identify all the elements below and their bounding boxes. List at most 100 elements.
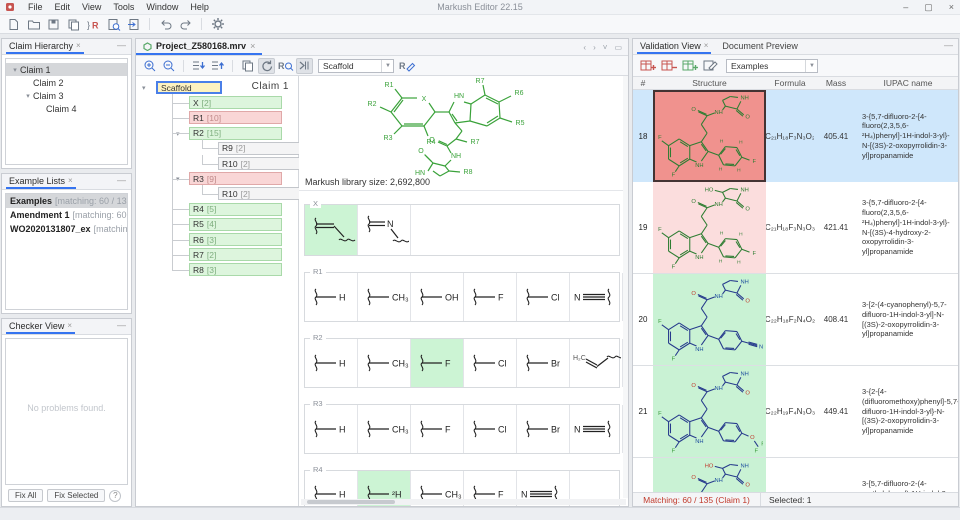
rgroup-node-r4[interactable]: R4[5] (189, 203, 282, 216)
fragment-br[interactable]: Br (517, 339, 570, 387)
close-icon[interactable]: × (704, 41, 709, 50)
copy-structure-icon[interactable] (239, 58, 256, 74)
chevron-down-icon[interactable]: ▾ (142, 84, 146, 92)
rgroup-node-x[interactable]: X[2] (189, 96, 282, 109)
menu-window[interactable]: Window (140, 2, 184, 12)
fragment-ch[interactable]: CH₃ (358, 339, 411, 387)
column-header-formula[interactable]: Formula (766, 78, 814, 88)
fragment-cl[interactable]: Cl (517, 273, 570, 321)
tab-validation-view[interactable]: Validation View × (637, 39, 711, 54)
zoom-out-icon[interactable] (160, 58, 177, 74)
menu-file[interactable]: File (22, 2, 49, 12)
fragment-h[interactable]: H (305, 273, 358, 321)
tab-nav-control[interactable]: › (593, 43, 596, 52)
rgroup-node-r10[interactable]: R10[2] (218, 157, 311, 170)
fragment-hc[interactable]: H₂C (570, 339, 623, 387)
import-document-icon[interactable] (125, 16, 142, 32)
example-list-select[interactable]: Examples▼ (726, 59, 818, 73)
fragment-cl[interactable]: Cl (464, 405, 517, 453)
rgroup-query-icon[interactable]: R (277, 58, 294, 74)
refresh-icon[interactable] (258, 58, 275, 74)
fragment-ch[interactable]: CH₃ (358, 273, 411, 321)
validation-row-21[interactable]: 21FFNHOFFONHONHC₂₂H₁₉F₄N₃O₃449.413-{2-[4… (633, 366, 958, 458)
copy-document-icon[interactable] (65, 16, 82, 32)
fragment-ch[interactable]: CH₃ (358, 405, 411, 453)
column-header-iupacname[interactable]: IUPAC name (858, 78, 958, 88)
rgroup-node-r7[interactable]: R7[2] (189, 248, 282, 261)
minimize-window-button[interactable]: – (903, 2, 908, 13)
claim-tree-item[interactable]: ▾Claim 1 (6, 63, 127, 76)
fragment-alkene[interactable] (305, 205, 358, 255)
rgroup-node-r1[interactable]: R1[10] (189, 111, 282, 124)
remove-example-table-icon[interactable] (660, 58, 677, 74)
new-document-icon[interactable] (5, 16, 22, 32)
collapse-all-icon[interactable] (209, 58, 226, 74)
fragment-n[interactable]: N (570, 405, 623, 453)
structure-thumbnail[interactable]: FFNHNONHONH (653, 274, 766, 365)
rgroup-node-r10[interactable]: R10[2] (218, 187, 311, 200)
validation-row-18[interactable]: 18FFNHFHHHHONHONHC₂₁H₁₈F₃N₃O₂405.413-{5,… (633, 90, 958, 182)
rgroup-document-icon[interactable]: }R (85, 16, 102, 32)
menu-help[interactable]: Help (184, 2, 215, 12)
scaffold-select[interactable]: Scaffold▼ (318, 59, 394, 73)
fix-all-button[interactable]: Fix All (8, 489, 43, 502)
tab-nav-control[interactable]: ˅ (603, 43, 608, 52)
claim-tree-item[interactable]: Claim 2 (6, 76, 127, 89)
tab-project-file[interactable]: Project_Z580168.mrv × (136, 39, 262, 55)
chevron-down-icon[interactable]: ▾ (23, 92, 33, 100)
fragment-n[interactable]: N (570, 273, 623, 321)
fragment-f[interactable]: F (464, 273, 517, 321)
add-example-table-icon[interactable] (639, 58, 656, 74)
matching-table-icon[interactable] (681, 58, 698, 74)
structure-thumbnail[interactable]: FFNHOFFONHONH (653, 366, 766, 457)
rgroup-edit-icon[interactable]: R (399, 58, 416, 74)
tab-document-preview[interactable]: Document Preview (719, 39, 801, 54)
rgroup-node-r8[interactable]: R8[3] (189, 263, 282, 276)
menu-tools[interactable]: Tools (107, 2, 140, 12)
scrollbar-thumb[interactable] (307, 500, 395, 504)
redo-icon[interactable] (177, 16, 194, 32)
close-window-button[interactable]: × (949, 2, 954, 13)
rgroup-node-scaffold[interactable]: Scaffold (156, 81, 222, 94)
example-list-item[interactable]: Examples[matching: 60 / 135] (6, 194, 127, 208)
fragment-cl[interactable]: Cl (464, 339, 517, 387)
rgroup-node-r6[interactable]: R6[3] (189, 233, 282, 246)
tab-checker-view[interactable]: Checker View × (6, 319, 75, 334)
vertical-scrollbar[interactable] (623, 76, 628, 498)
fragment-f[interactable]: F (411, 405, 464, 453)
horizontal-scrollbar[interactable] (301, 499, 626, 505)
close-icon[interactable]: × (68, 176, 73, 185)
column-header-[interactable]: # (633, 78, 653, 88)
fragment-h[interactable]: H (305, 339, 358, 387)
example-list-item[interactable]: WO2020131807_ex[matching: 60 / 135] (6, 222, 127, 236)
rgroup-node-r5[interactable]: R5[4] (189, 218, 282, 231)
minimize-panel-icon[interactable]: — (117, 40, 126, 50)
minimize-panel-icon[interactable]: — (117, 175, 126, 185)
close-icon[interactable]: × (250, 41, 255, 51)
tab-example-lists[interactable]: Example Lists × (6, 174, 76, 189)
validation-row-22[interactable]: 22FFNHCH₃ONHONHHOC₂₂H₂₁F₂N₃O₃413.433-[5,… (633, 458, 958, 492)
scaffold-structure[interactable]: XR1R2R3R4HNR7R6R5R7ONHHNOR8 (299, 76, 628, 182)
close-icon[interactable]: × (76, 41, 81, 50)
edit-list-icon[interactable] (702, 58, 719, 74)
claim-tree-item[interactable]: Claim 4 (6, 102, 127, 115)
settings-gear-icon[interactable] (209, 16, 226, 32)
column-header-mass[interactable]: Mass (814, 78, 858, 88)
validation-row-19[interactable]: 19FFNHFHHHHONHONHHOC₂₁H₁₈F₃N₃O₃421.413-{… (633, 182, 958, 274)
column-header-structure[interactable]: Structure (653, 78, 766, 88)
tab-nav-control[interactable]: ▭ (614, 43, 622, 52)
search-document-icon[interactable] (105, 16, 122, 32)
tab-nav-control[interactable]: ‹ (583, 43, 586, 52)
help-button[interactable]: ? (109, 490, 121, 502)
fix-selected-button[interactable]: Fix Selected (47, 489, 105, 502)
rgroup-node-r2[interactable]: R2[15] (189, 127, 282, 140)
fragment-h[interactable]: H (305, 405, 358, 453)
open-icon[interactable] (25, 16, 42, 32)
rgroup-node-r3[interactable]: R3[9] (189, 172, 282, 185)
chevron-down-icon[interactable]: ▾ (10, 66, 20, 74)
rgroup-node-r9[interactable]: R9[2] (218, 142, 311, 155)
claim-tree-item[interactable]: ▾Claim 3 (6, 89, 127, 102)
fragment-br[interactable]: Br (517, 405, 570, 453)
merge-icon[interactable] (296, 58, 313, 74)
structure-thumbnail[interactable]: FFNHCH₃ONHONHHO (653, 458, 766, 492)
